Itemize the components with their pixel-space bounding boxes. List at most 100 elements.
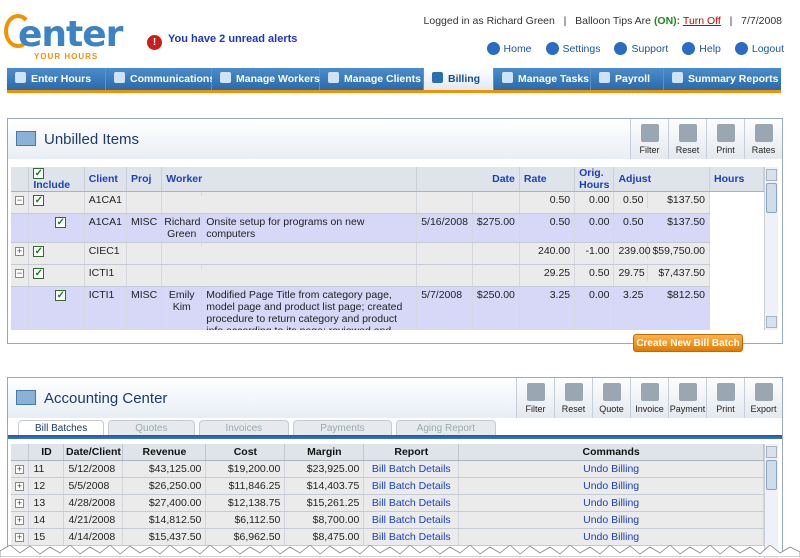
date-cell: 5/16/2008 <box>416 213 473 243</box>
include-checkbox[interactable]: ✓ <box>33 246 45 257</box>
expand-toggle-icon[interactable]: + <box>15 515 24 525</box>
support-link[interactable]: Support <box>614 42 668 55</box>
time-entry-row[interactable]: ✓ ICTI1 MISC Emily Kim Modified Page Title f… <box>11 286 764 330</box>
undo-billing-link[interactable]: Undo Billing <box>458 528 764 546</box>
turn-off-link[interactable]: Turn Off <box>683 15 721 27</box>
time-entry-row[interactable]: ✓ A1CA1 MISC Richard Green Onsite setup for … <box>11 213 764 243</box>
bill-batch-details-link[interactable]: Bill Batch Details <box>363 477 460 495</box>
col-report[interactable]: Report <box>363 444 460 461</box>
vertical-scrollbar[interactable] <box>764 167 778 330</box>
col-orig-hours[interactable]: Orig. Hours <box>574 167 615 192</box>
client-group-row[interactable]: + ✓ CIEC1 240.00 -1.00 239.00 $59,750.00 <box>11 242 764 265</box>
bill-batch-row[interactable]: +15 4/14/2008 $15,437.50 $6,962.50 $8,475.00… <box>11 528 764 546</box>
tab-manage-clients[interactable]: Manage Clients <box>320 68 424 90</box>
undo-billing-link[interactable]: Undo Billing <box>458 511 764 529</box>
tab-invoices[interactable]: Invoices <box>198 420 290 435</box>
filter-button[interactable]: Filter <box>630 119 668 159</box>
adjust-cell[interactable]: 0.00 <box>574 213 615 243</box>
scroll-thumb[interactable] <box>766 183 777 213</box>
tab-payments[interactable]: Payments <box>293 420 392 435</box>
adjust-cell[interactable]: 0.00 <box>574 286 615 330</box>
col-date[interactable]: Date <box>416 167 520 192</box>
col-date-client[interactable]: Date/Client <box>63 444 124 461</box>
col-adjust[interactable]: Adjust <box>613 167 711 192</box>
tab-payroll[interactable]: Payroll <box>591 68 664 90</box>
home-link[interactable]: Home <box>486 42 532 55</box>
expand-toggle-icon[interactable]: + <box>15 481 24 491</box>
undo-billing-link[interactable]: Undo Billing <box>458 494 764 512</box>
tab-communications[interactable]: Communications <box>106 68 215 90</box>
tab-bill-batches[interactable]: Bill Batches <box>18 420 105 435</box>
col-proj[interactable]: Proj <box>126 167 163 192</box>
tab-summary-reports[interactable]: Summary Reports <box>664 68 781 90</box>
orig-hours-cell: 0.50 <box>519 191 576 214</box>
adjust-cell[interactable]: 0.50 <box>574 264 615 287</box>
tab-manage-tasks[interactable]: Manage Tasks <box>494 68 591 90</box>
alert-notice[interactable]: ! You have 2 unread alerts <box>147 31 297 50</box>
col-id[interactable]: ID <box>28 444 65 461</box>
alert-text[interactable]: You have 2 unread alerts <box>168 33 297 45</box>
bill-batch-details-link[interactable]: Bill Batch Details <box>363 511 460 529</box>
vertical-scrollbar[interactable] <box>764 444 778 558</box>
tab-enter-hours[interactable]: Enter Hours <box>7 68 106 90</box>
include-all-checkbox[interactable]: ✓ <box>33 168 45 179</box>
include-checkbox[interactable]: ✓ <box>55 290 67 301</box>
tab-aging-report[interactable]: Aging Report <box>395 420 497 435</box>
bill-batch-row[interactable]: +12 5/5/2008 $26,250.00 $11,846.25 $14,403.7… <box>11 477 764 495</box>
col-commands[interactable]: Commands <box>458 444 764 461</box>
tab-quotes[interactable]: Quotes <box>108 420 195 435</box>
expand-toggle-icon[interactable]: − <box>15 196 24 205</box>
undo-billing-link[interactable]: Undo Billing <box>458 460 764 478</box>
expand-toggle-icon[interactable]: + <box>15 532 24 542</box>
bill-batch-details-link[interactable]: Bill Batch Details <box>363 494 460 512</box>
adjust-cell[interactable]: -1.00 <box>574 242 615 265</box>
col-margin[interactable]: Margin <box>284 444 365 461</box>
col-hours-total[interactable]: Hours <box>709 167 764 192</box>
undo-billing-link[interactable]: Undo Billing <box>458 477 764 495</box>
reset-button[interactable]: Reset <box>554 378 592 418</box>
print-button[interactable]: Print <box>706 378 744 418</box>
include-checkbox[interactable]: ✓ <box>33 195 45 206</box>
settings-link[interactable]: Settings <box>545 42 600 55</box>
col-rate[interactable]: Rate <box>519 167 576 192</box>
bill-batch-details-link[interactable]: Bill Batch Details <box>363 460 460 478</box>
date-cell <box>416 264 473 287</box>
col-client[interactable]: Client <box>84 167 127 192</box>
col-revenue[interactable]: Revenue <box>122 444 207 461</box>
bill-batch-row[interactable]: +14 4/21/2008 $14,812.50 $6,112.50 $8,700.00… <box>11 511 764 529</box>
tab-billing[interactable]: Billing <box>424 68 494 90</box>
scroll-up-icon[interactable] <box>766 446 777 458</box>
date-cell: 4/21/2008 <box>63 511 124 529</box>
filter-button[interactable]: Filter <box>516 378 554 418</box>
invoice-button[interactable]: Invoice <box>630 378 668 418</box>
expand-toggle-icon[interactable]: − <box>15 269 24 278</box>
bill-batch-details-link[interactable]: Bill Batch Details <box>363 528 460 546</box>
rates-button[interactable]: Rates <box>744 119 782 159</box>
create-bill-batch-button[interactable]: Create New Bill Batch <box>633 334 743 352</box>
help-link[interactable]: Help <box>682 42 721 55</box>
bill-batch-row[interactable]: +11 5/12/2008 $43,125.00 $19,200.00 $23,925.… <box>11 460 764 478</box>
print-button[interactable]: Print <box>706 119 744 159</box>
expand-toggle-icon[interactable]: + <box>15 498 24 508</box>
include-checkbox[interactable]: ✓ <box>55 217 67 228</box>
expand-toggle-icon[interactable]: + <box>15 464 24 474</box>
client-group-row[interactable]: − ✓ ICTI1 29.25 0.50 29.75 $7,437.50 <box>11 264 764 287</box>
adjust-cell[interactable]: 0.00 <box>574 191 615 214</box>
tab-manage-workers[interactable]: Manage Workers <box>212 68 320 90</box>
payment-button[interactable]: Payment <box>668 378 706 418</box>
reset-button[interactable]: Reset <box>668 119 706 159</box>
scroll-up-icon[interactable] <box>766 169 777 181</box>
col-cost[interactable]: Cost <box>205 444 286 461</box>
client-group-row[interactable]: − ✓ A1CA1 0.50 0.00 0.50 $137.50 <box>11 191 764 214</box>
scroll-thumb[interactable] <box>766 460 777 490</box>
include-checkbox[interactable]: ✓ <box>33 268 45 279</box>
bill-batch-row[interactable]: +13 4/28/2008 $27,400.00 $12,138.75 $15,261.… <box>11 494 764 512</box>
col-worker[interactable]: Worker <box>161 167 418 192</box>
export-button[interactable]: Export <box>744 378 782 418</box>
scroll-down-icon[interactable] <box>766 316 777 328</box>
col-include[interactable]: ✓ Include <box>28 167 85 192</box>
logout-link[interactable]: Logout <box>734 42 784 55</box>
quote-button[interactable]: Quote <box>592 378 630 418</box>
expand-toggle-icon[interactable]: + <box>15 247 24 256</box>
logged-in-text: Logged in as Richard Green <box>423 15 555 27</box>
